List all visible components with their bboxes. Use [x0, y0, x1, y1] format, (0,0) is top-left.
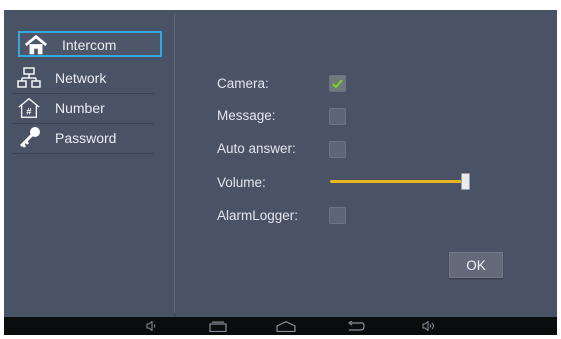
sidebar-item-intercom[interactable]: Intercom — [18, 31, 162, 57]
sidebar — [12, 18, 175, 317]
network-icon — [17, 66, 41, 90]
key-icon — [17, 126, 41, 150]
sidebar-item-label: Intercom — [62, 37, 117, 53]
volume-slider-thumb[interactable] — [461, 173, 470, 190]
home-icon — [24, 33, 48, 57]
svg-text:#: # — [26, 106, 31, 116]
ok-button[interactable]: OK — [449, 252, 503, 278]
sidebar-item-password[interactable]: Password — [12, 124, 154, 154]
sidebar-item-number[interactable]: # Number — [12, 94, 154, 124]
volume-slider-track[interactable] — [330, 180, 467, 183]
alarm-logger-label: AlarmLogger: — [217, 208, 299, 223]
sidebar-divider — [174, 14, 175, 313]
sidebar-item-label: Network — [55, 70, 107, 86]
sidebar-item-label: Number — [55, 100, 105, 116]
volume-label: Volume: — [217, 175, 266, 190]
settings-panel: Intercom Network # Number Password Camer… — [4, 10, 557, 317]
number-house-icon: # — [17, 96, 41, 120]
back-icon[interactable] — [346, 320, 366, 332]
system-navbar — [4, 317, 557, 335]
auto-answer-checkbox[interactable] — [329, 141, 346, 158]
sidebar-item-network[interactable]: Network — [12, 64, 154, 94]
camera-label: Camera: — [217, 76, 269, 91]
sidebar-item-label: Password — [55, 130, 117, 146]
auto-answer-label: Auto answer: — [217, 141, 296, 156]
alarm-logger-checkbox[interactable] — [329, 207, 346, 224]
app-screen: Intercom Network # Number Password Camer… — [4, 10, 557, 335]
recent-apps-icon[interactable] — [208, 320, 228, 332]
volume-up-icon[interactable] — [421, 320, 437, 332]
message-label: Message: — [217, 108, 276, 123]
volume-down-icon[interactable] — [145, 320, 159, 332]
camera-checkbox[interactable] — [329, 75, 346, 92]
message-checkbox[interactable] — [329, 108, 346, 125]
home-icon[interactable] — [275, 320, 297, 332]
checkmark-icon — [332, 79, 343, 89]
